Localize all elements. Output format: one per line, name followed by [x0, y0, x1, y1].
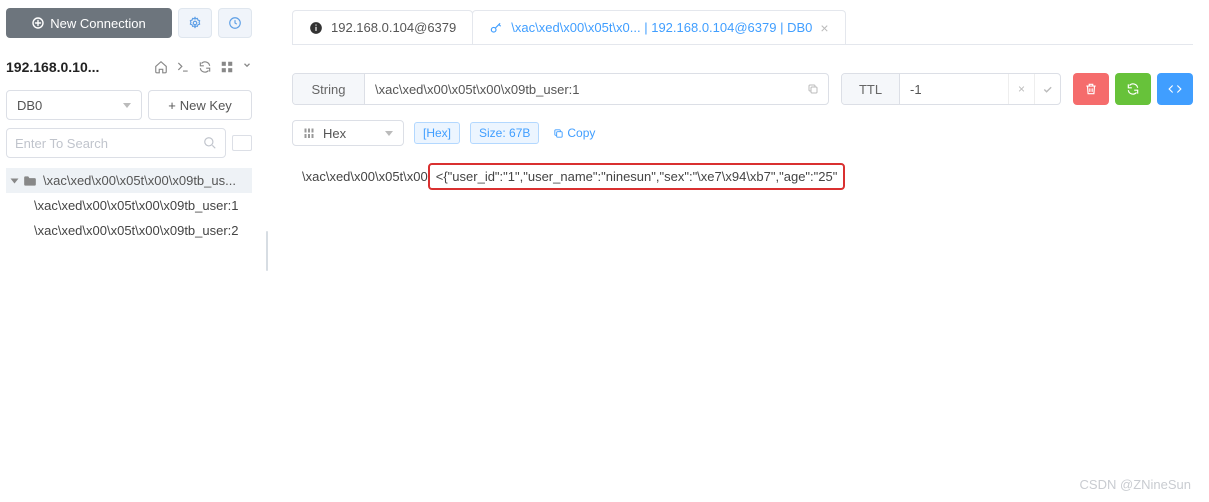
chevron-down-icon[interactable] — [242, 60, 252, 74]
db-select-value: DB0 — [17, 98, 42, 113]
code-icon — [1168, 82, 1182, 96]
log-button[interactable] — [218, 8, 252, 38]
view-mode-select[interactable]: Hex — [292, 120, 404, 146]
pane-resize-handle[interactable] — [258, 0, 276, 502]
hex-tag[interactable]: [Hex] — [414, 122, 460, 144]
tab-bar: 192.168.0.104@6379 \xac\xed\x00\x05t\x0.… — [276, 6, 1209, 44]
sidebar: New Connection 192.168.0.10... — [0, 0, 258, 502]
clock-icon — [228, 16, 242, 30]
tab-server-info-label: 192.168.0.104@6379 — [331, 20, 456, 35]
copy-icon — [553, 128, 564, 139]
refresh-key-button[interactable] — [1115, 73, 1151, 105]
connection-name: 192.168.0.10... — [6, 59, 99, 75]
search-box — [6, 128, 226, 158]
settings-button[interactable] — [178, 8, 212, 38]
ttl-label: TTL — [842, 74, 900, 104]
copy-value-label: Copy — [567, 126, 595, 140]
key-name-input[interactable] — [365, 74, 798, 104]
view-mode-value: Hex — [323, 126, 346, 141]
new-connection-button[interactable]: New Connection — [6, 8, 172, 38]
ttl-field-group: TTL -1 × — [841, 73, 1061, 105]
plus-icon: + — [168, 98, 176, 113]
value-display[interactable]: \xac\xed\x00\x05t\x00<{"user_id":"1","us… — [292, 153, 1193, 200]
grid-icon[interactable] — [220, 60, 234, 74]
new-connection-label: New Connection — [50, 16, 145, 31]
tree-folder-label: \xac\xed\x00\x05t\x00\x09tb_us... — [43, 173, 236, 188]
home-icon[interactable] — [154, 60, 168, 74]
value-highlight: <{"user_id":"1","user_name":"ninesun","s… — [428, 163, 846, 190]
new-key-label: New Key — [180, 98, 232, 113]
plus-circle-icon — [32, 17, 44, 29]
tab-server-info[interactable]: 192.168.0.104@6379 — [292, 10, 473, 44]
copy-key-button[interactable] — [798, 74, 828, 104]
caret-down-icon — [11, 178, 19, 183]
size-tag: Size: 67B — [470, 122, 539, 144]
search-icon[interactable] — [203, 136, 217, 150]
format-button[interactable] — [1157, 73, 1193, 105]
key-icon — [489, 21, 503, 35]
folder-icon — [23, 175, 37, 187]
watermark: CSDN @ZNineSun — [1080, 477, 1191, 492]
refresh-icon[interactable] — [198, 60, 212, 74]
copy-value-button[interactable]: Copy — [549, 122, 599, 144]
delete-key-button[interactable] — [1073, 73, 1109, 105]
key-field-group: String — [292, 73, 829, 105]
db-select[interactable]: DB0 — [6, 90, 142, 120]
key-type-label: String — [293, 74, 365, 104]
close-icon[interactable]: × — [820, 20, 828, 36]
binary-icon — [303, 127, 315, 139]
info-icon — [309, 21, 323, 35]
tree-item[interactable]: \xac\xed\x00\x05t\x00\x09tb_user:2 — [6, 218, 252, 243]
tab-key-label: \xac\xed\x00\x05t\x0... | 192.168.0.104@… — [511, 20, 812, 35]
new-key-button[interactable]: + New Key — [148, 90, 252, 120]
ttl-clear-button[interactable]: × — [1008, 74, 1034, 104]
trash-icon — [1084, 82, 1098, 96]
tree-folder[interactable]: \xac\xed\x00\x05t\x00\x09tb_us... — [6, 168, 252, 193]
value-prefix: \xac\xed\x00\x05t\x00 — [302, 169, 428, 184]
refresh-icon — [1126, 82, 1140, 96]
exact-match-toggle[interactable] — [232, 135, 252, 151]
tree-item[interactable]: \xac\xed\x00\x05t\x00\x09tb_user:1 — [6, 193, 252, 218]
main-panel: 192.168.0.104@6379 \xac\xed\x00\x05t\x0.… — [276, 0, 1209, 502]
search-input[interactable] — [15, 136, 203, 151]
ttl-save-button[interactable] — [1034, 74, 1060, 104]
connection-header: 192.168.0.10... — [6, 54, 252, 80]
key-tree: \xac\xed\x00\x05t\x00\x09tb_us... \xac\x… — [6, 168, 252, 243]
ttl-value[interactable]: -1 — [900, 74, 1008, 104]
terminal-icon[interactable] — [176, 60, 190, 74]
gear-icon — [188, 16, 202, 30]
tab-key-active[interactable]: \xac\xed\x00\x05t\x0... | 192.168.0.104@… — [472, 10, 845, 44]
